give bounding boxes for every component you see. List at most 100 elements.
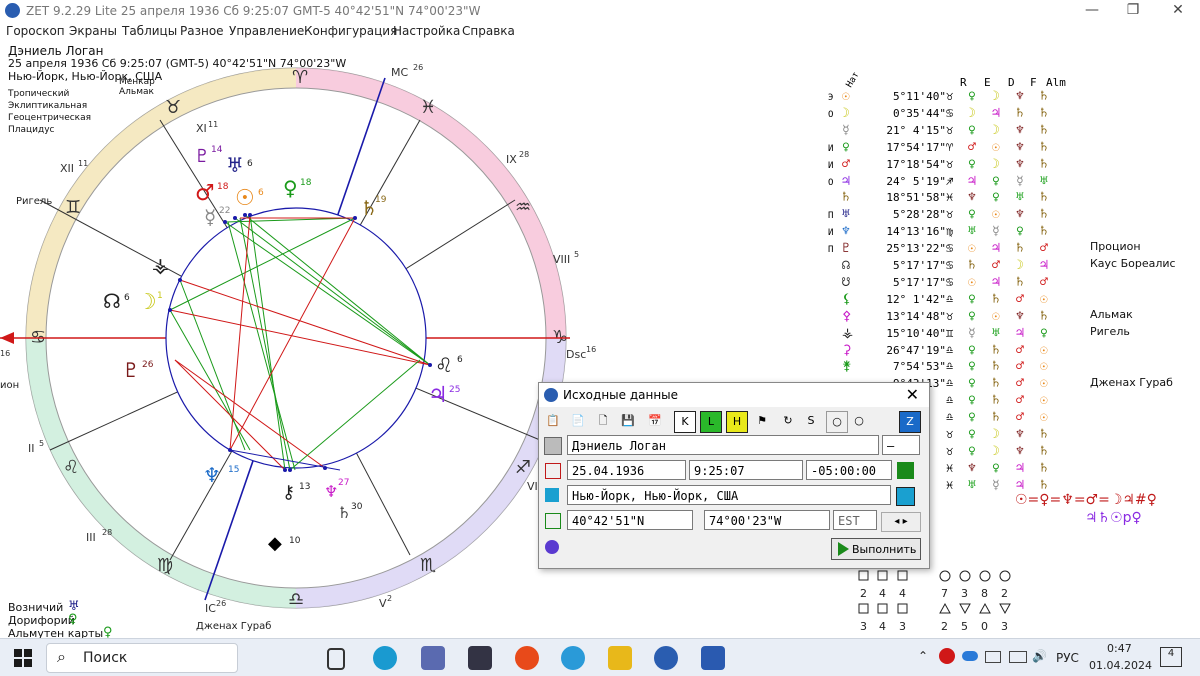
svg-text:6: 6: [247, 159, 253, 169]
dst-toggle[interactable]: [897, 462, 914, 479]
paste-icon[interactable]: 📄: [568, 411, 588, 431]
dialog-close-button[interactable]: ✕: [906, 385, 919, 404]
element-grid: 2 4 4 7 3 8 2 3 4 3 2 5 0 3: [858, 570, 1011, 633]
new-icon[interactable]: 🗋: [593, 411, 613, 431]
dominant-formula-line1: ☉=♀=♆=♂=☽♃#♀: [1015, 492, 1157, 508]
date-field[interactable]: 25.04.1936: [567, 460, 686, 480]
place-field[interactable]: Нью-Йорк, Нью-Йорк, США: [567, 485, 891, 505]
row-sign-icon: ♋: [946, 105, 954, 120]
save-icon[interactable]: 💾: [618, 411, 638, 431]
row-ruler-d-icon: ♅: [1016, 190, 1024, 206]
time-field[interactable]: 9:25:07: [689, 460, 803, 480]
row-sign-icon: ♓: [946, 190, 954, 205]
longitude-field[interactable]: 74°00'23"W: [704, 510, 830, 530]
place-icon[interactable]: [545, 488, 559, 502]
zet-taskbar-icon[interactable]: [654, 646, 678, 670]
edge-icon[interactable]: [373, 646, 397, 670]
row-ruler-e-icon: ☽: [992, 122, 1000, 138]
row-ruler-d-icon: ♂: [1016, 376, 1024, 392]
tray-chevron-icon[interactable]: ⌃: [918, 649, 928, 663]
folder-icon[interactable]: [608, 646, 632, 670]
element-square-icon: [897, 570, 908, 581]
row-ruler-r-icon: ♅: [968, 224, 976, 240]
tray-app-icon[interactable]: [939, 648, 955, 664]
language-indicator[interactable]: РУС: [1056, 651, 1079, 665]
l-button[interactable]: L: [700, 411, 722, 433]
app-icon[interactable]: [421, 646, 445, 670]
onedrive-icon[interactable]: [962, 651, 978, 661]
taskbar-search[interactable]: ⌕ Поиск: [46, 643, 238, 673]
menu-misc[interactable]: Разное: [180, 24, 224, 38]
name-field[interactable]: Дэниель Логан: [567, 435, 879, 455]
row-ruler-r-icon: ♀: [968, 207, 976, 223]
map-icon[interactable]: [896, 487, 915, 506]
volume-icon[interactable]: 🔊: [1032, 649, 1047, 663]
maximize-button[interactable]: ❐: [1118, 2, 1148, 18]
sign-sagittarius-icon: ♐: [515, 457, 531, 478]
svg-text:3: 3: [1001, 620, 1008, 633]
sign-aries-icon: ♈: [292, 67, 308, 88]
row-planet-icon: ⚴: [842, 308, 852, 324]
menu-control[interactable]: Управление: [229, 24, 304, 38]
start-button[interactable]: [14, 649, 32, 667]
row-position: 18°51'58": [886, 191, 946, 205]
tz-arrows[interactable]: ◂ ▸: [881, 512, 921, 532]
svg-text:III: III: [86, 531, 96, 544]
menu-screens[interactable]: Экраны: [69, 24, 117, 38]
copy-icon[interactable]: 📋: [543, 411, 563, 431]
k-button[interactable]: K: [674, 411, 696, 433]
telegram-icon[interactable]: [561, 646, 585, 670]
tz-abbr-field[interactable]: EST: [833, 510, 877, 530]
radio-icon[interactable]: ○: [849, 411, 869, 431]
dialog-titlebar: Исходные данные ✕: [539, 383, 929, 407]
menu-configuration[interactable]: Конфигурация: [304, 24, 397, 38]
row-ruler-d-icon: ♂: [1016, 291, 1024, 307]
battery-icon[interactable]: [1009, 651, 1027, 663]
row-ruler-d-icon: ♃: [1016, 460, 1024, 476]
row-status: О: [828, 177, 834, 188]
word-icon[interactable]: [701, 646, 725, 670]
row-planet-icon: ♆: [842, 224, 850, 240]
table-row: И ♂ 17°18'54"♉ ♀ ☽ ♆ ♄: [828, 157, 1064, 172]
notification-icon[interactable]: 4: [1160, 647, 1182, 667]
row-ruler-f-icon: ♀: [1040, 325, 1048, 341]
date-icon[interactable]: [545, 463, 561, 479]
sex-select[interactable]: —: [882, 435, 920, 455]
table-row: ☊ 5°17'17"♋ ♄ ♂ ☽ ♃: [828, 258, 1064, 273]
row-ruler-d-icon: ♂: [1016, 410, 1024, 426]
radio-icon[interactable]: ○: [826, 411, 848, 433]
s-button[interactable]: S: [801, 411, 821, 431]
svg-text:3: 3: [961, 587, 968, 600]
menu-settings[interactable]: Настройка: [393, 24, 460, 38]
menu-tables[interactable]: Таблицы: [122, 24, 177, 38]
network-icon[interactable]: [985, 651, 1001, 663]
globe-icon[interactable]: [545, 540, 559, 554]
calendar-icon[interactable]: 📅: [645, 411, 665, 431]
chrome-icon[interactable]: [515, 646, 539, 670]
task-view-icon[interactable]: [327, 648, 345, 670]
minimize-button[interactable]: —: [1077, 2, 1107, 18]
refresh-icon[interactable]: ↻: [778, 411, 798, 431]
z-button[interactable]: Z: [899, 411, 921, 433]
row-ruler-f-icon: ♄: [1040, 443, 1048, 459]
run-button[interactable]: Выполнить: [831, 538, 921, 560]
close-button[interactable]: ✕: [1163, 2, 1193, 18]
h-button[interactable]: H: [726, 411, 748, 433]
menu-help[interactable]: Справка: [462, 24, 515, 38]
menu-horoscope[interactable]: Гороскоп: [6, 24, 65, 38]
black-diamond-icon: ◆: [268, 533, 282, 554]
leo-node-icon: ♌: [435, 353, 453, 377]
element-square-icon: [897, 603, 908, 614]
clock-date[interactable]: 01.04.2024: [1089, 659, 1152, 672]
star-kaus-borealis: Каус Бореалис: [1090, 257, 1176, 270]
coords-icon[interactable]: [545, 513, 561, 529]
person-icon[interactable]: [544, 437, 562, 455]
latitude-field[interactable]: 40°42'51"N: [567, 510, 693, 530]
timezone-field[interactable]: -05:00:00: [806, 460, 892, 480]
row-position: 13°14'48": [886, 309, 946, 323]
store-icon[interactable]: [468, 646, 492, 670]
flag-icon[interactable]: ⚑: [752, 411, 772, 431]
clock-time[interactable]: 0:47: [1107, 642, 1132, 655]
table-header-e: E: [984, 76, 991, 89]
row-ruler-f-icon: ♄: [1040, 477, 1048, 493]
